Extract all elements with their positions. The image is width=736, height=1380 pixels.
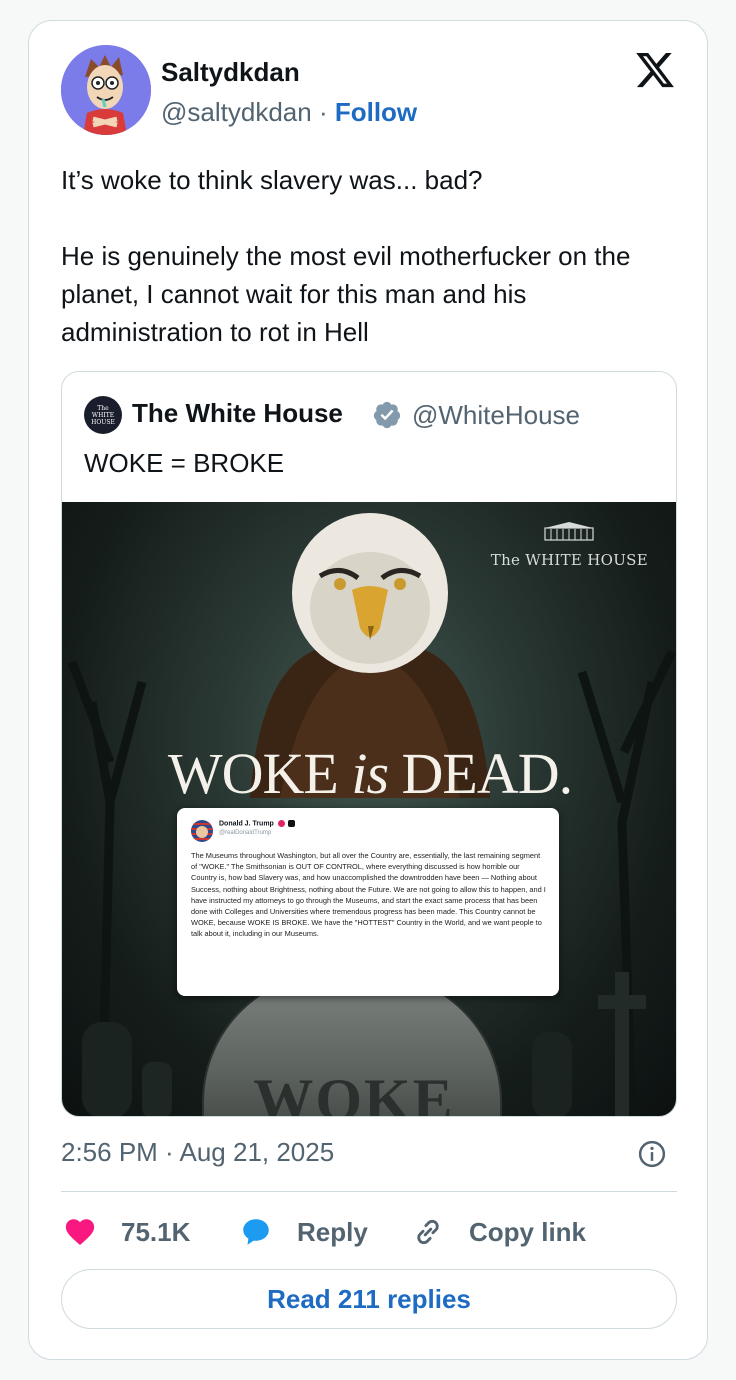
white-house-building-icon — [544, 522, 594, 541]
speech-bubble-icon — [243, 1219, 269, 1245]
inner-post-handle: @realDonaldTrump — [219, 830, 272, 836]
reply-label: Reply — [297, 1216, 368, 1247]
quoted-author-handle[interactable]: @WhiteHouse — [412, 400, 580, 431]
inner-post-body: The Museums throughout Washington, but a… — [191, 851, 546, 939]
quoted-tweet-text: WOKE = BROKE — [84, 448, 285, 478]
link-icon — [417, 1219, 439, 1245]
trump-avatar — [191, 820, 213, 842]
heart-icon — [65, 1219, 95, 1246]
avatar-text-line: The — [97, 404, 109, 412]
info-icon[interactable] — [637, 1139, 667, 1169]
read-replies-button[interactable]: Read 211 replies — [61, 1269, 677, 1329]
author-handle-row: @saltydkdan · Follow — [161, 97, 417, 128]
badge-icon — [277, 820, 285, 827]
embedded-truth-post: Donald J. Trump @realDonaldTrump The Mus… — [177, 808, 559, 996]
headline-word: WOKE — [167, 741, 352, 806]
avatar-text-line: HOUSE — [91, 418, 115, 426]
tweet-timestamp[interactable]: 2:56 PM · Aug 21, 2025 — [61, 1137, 334, 1168]
like-count: 75.1K — [121, 1216, 191, 1247]
author-avatar[interactable] — [61, 45, 151, 135]
divider — [61, 1191, 677, 1192]
watermark-text: The WHITE HOUSE — [490, 551, 648, 569]
quoted-tweet-image[interactable]: The WHITE HOUSE WOKE is DEAD. WOKE Donal… — [62, 502, 676, 1117]
tombstone-text: WOKE — [253, 1067, 455, 1117]
inner-post-name: Donald J. Trump — [219, 820, 274, 828]
author-handle[interactable]: @saltydkdan — [161, 97, 312, 127]
quoted-tweet[interactable]: The WHITE HOUSE The White House @WhiteHo… — [61, 371, 677, 1117]
headline-word: DEAD. — [388, 741, 574, 806]
author-name[interactable]: Saltydkdan — [161, 57, 300, 88]
handle-separator: · — [318, 97, 328, 127]
follow-button[interactable]: Follow — [335, 97, 417, 127]
x-logo-icon[interactable] — [633, 49, 677, 91]
tweet-text: It’s woke to think slavery was... bad? H… — [61, 165, 631, 347]
cartoon-avatar-icon — [61, 45, 151, 135]
inner-post-author: Donald J. Trump — [219, 820, 295, 827]
avatar-text-line: WHITE — [91, 411, 115, 419]
verified-badge-icon — [373, 401, 401, 429]
like-button[interactable]: 75.1K — [63, 1211, 190, 1253]
copy-link-label: Copy link — [469, 1216, 587, 1247]
white-house-watermark: The WHITE HOUSE — [491, 520, 648, 569]
reply-button[interactable]: Reply — [239, 1211, 368, 1253]
image-headline: WOKE is DEAD. — [62, 740, 676, 807]
copy-link-button[interactable]: Copy link — [411, 1211, 586, 1253]
quoted-author-avatar[interactable]: The WHITE HOUSE — [84, 396, 122, 434]
embedded-tweet-card: Saltydkdan @saltydkdan · Follow It’s wok… — [28, 20, 708, 1360]
headline-word: is — [351, 741, 389, 806]
badge-icon — [287, 820, 295, 827]
flag-avatar-icon — [191, 820, 213, 842]
quoted-author-name[interactable]: The White House — [132, 398, 343, 429]
